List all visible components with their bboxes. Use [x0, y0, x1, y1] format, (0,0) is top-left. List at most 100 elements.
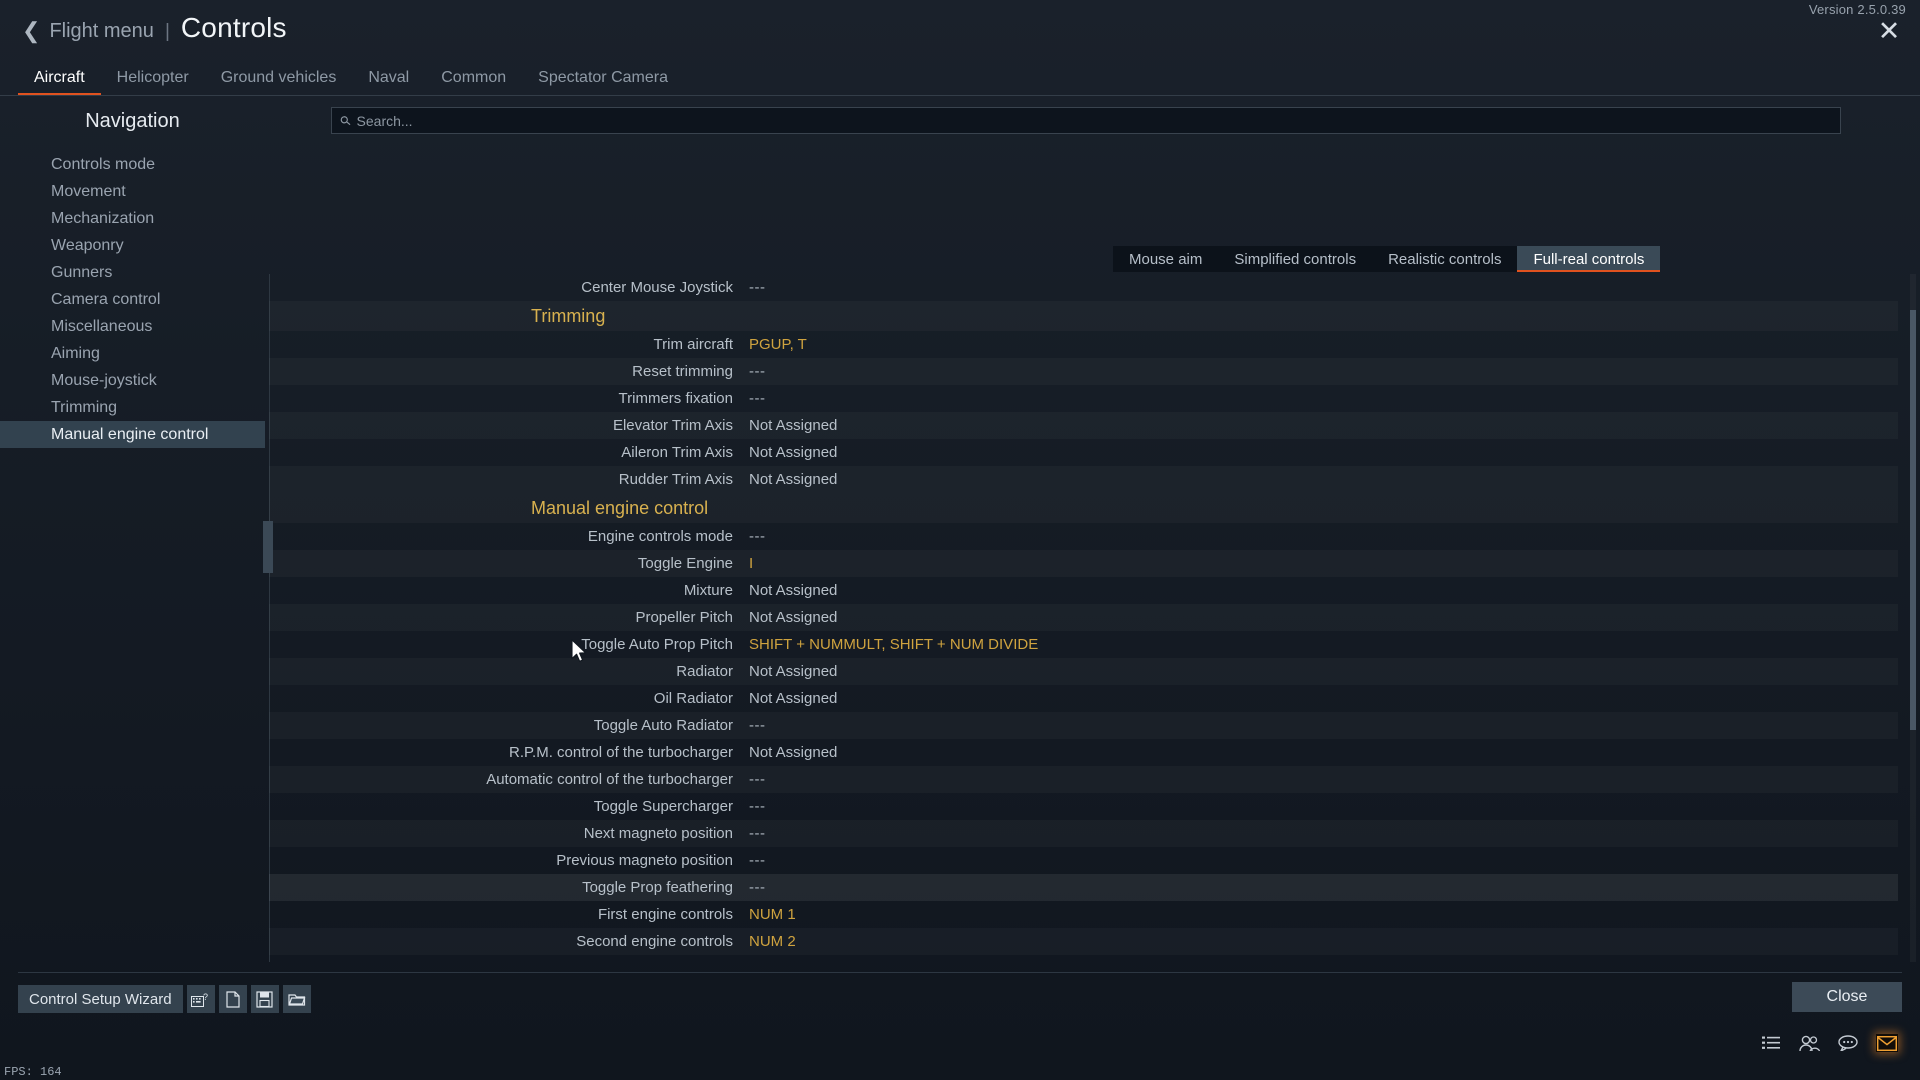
section-header: Manual engine control — [269, 493, 1898, 523]
binding-row[interactable]: Previous magneto position --- — [269, 847, 1898, 874]
binding-row[interactable]: Elevator Trim Axis Not Assigned — [269, 412, 1898, 439]
vehicle-tab-ground-vehicles[interactable]: Ground vehicles — [205, 69, 353, 96]
vehicle-tab-spectator-camera[interactable]: Spectator Camera — [522, 69, 684, 96]
bottom-toolbar: Control Setup Wizard ? Close — [0, 972, 1920, 1034]
binding-value[interactable]: --- — [749, 798, 766, 815]
binding-row[interactable]: Automatic control of the turbocharger --- — [269, 766, 1898, 793]
binding-row[interactable]: Center Mouse Joystick --- — [269, 274, 1898, 301]
search-input[interactable] — [356, 112, 1781, 129]
list-icon[interactable] — [1762, 1036, 1780, 1050]
open-folder-icon[interactable] — [282, 985, 311, 1013]
binding-value[interactable]: --- — [749, 852, 766, 869]
binding-row[interactable]: First engine controls NUM 1 — [269, 901, 1898, 928]
binding-row[interactable]: Toggle Engine I — [269, 550, 1898, 577]
vehicle-tab-naval[interactable]: Naval — [352, 69, 425, 96]
binding-value[interactable]: --- — [749, 825, 766, 842]
sidebar-item-trimming[interactable]: Trimming — [0, 394, 265, 421]
binding-value[interactable]: Not Assigned — [749, 609, 837, 626]
sidebar-item-controls-mode[interactable]: Controls mode — [0, 151, 265, 178]
binding-label: R.P.M. control of the turbocharger — [508, 744, 733, 761]
save-icon[interactable] — [250, 985, 279, 1013]
binding-row[interactable]: Toggle Auto Radiator --- — [269, 712, 1898, 739]
friends-icon[interactable] — [1798, 1035, 1820, 1051]
navigation-title: Navigation — [85, 110, 180, 132]
binding-value[interactable]: Not Assigned — [749, 444, 837, 461]
binding-value[interactable]: --- — [749, 279, 766, 296]
bottom-divider — [18, 972, 1902, 973]
binding-row[interactable]: Aileron Trim Axis Not Assigned — [269, 439, 1898, 466]
status-bar — [0, 1034, 1920, 1060]
mode-tab-realistic-controls[interactable]: Realistic controls — [1372, 246, 1517, 272]
sidebar-item-gunners[interactable]: Gunners — [0, 259, 265, 286]
sidebar-item-manual-engine-control[interactable]: Manual engine control — [0, 421, 265, 448]
binding-row[interactable]: Oil Radiator Not Assigned — [269, 685, 1898, 712]
back-chevron-icon[interactable]: ❮ — [22, 20, 40, 42]
binding-value[interactable]: NUM 3 — [749, 960, 796, 962]
binding-value[interactable]: --- — [749, 879, 766, 896]
binding-value[interactable]: Not Assigned — [749, 471, 837, 488]
binding-value[interactable]: Not Assigned — [749, 582, 837, 599]
binding-value[interactable]: --- — [749, 363, 766, 380]
binding-row[interactable]: Third engine controlsNUM 3 — [269, 955, 1898, 962]
binding-row[interactable]: Mixture Not Assigned — [269, 577, 1898, 604]
sidebar-item-miscellaneous[interactable]: Miscellaneous — [0, 313, 265, 340]
binding-row[interactable]: Toggle Auto Prop Pitch SHIFT + NUMMULT, S… — [269, 631, 1898, 658]
binding-row[interactable]: Engine controls mode --- — [269, 523, 1898, 550]
binding-label: Elevator Trim Axis — [612, 417, 733, 434]
binding-row[interactable]: Trimmers fixation --- — [269, 385, 1898, 412]
sidebar-item-movement[interactable]: Movement — [0, 178, 265, 205]
sidebar-item-mechanization[interactable]: Mechanization — [0, 205, 265, 232]
chat-icon[interactable] — [1838, 1035, 1858, 1051]
vehicle-tab-helicopter[interactable]: Helicopter — [101, 69, 205, 96]
control-setup-wizard-button[interactable]: Control Setup Wizard — [18, 985, 183, 1013]
binding-value[interactable]: --- — [749, 771, 766, 788]
search-box[interactable]: ⚲ — [331, 107, 1841, 134]
close-button[interactable]: Close — [1792, 982, 1902, 1012]
bindings-scrollbar-thumb[interactable] — [1910, 310, 1916, 730]
binding-row[interactable]: Next magneto position --- — [269, 820, 1898, 847]
breadcrumb: ❮ Flight menu | Controls — [22, 12, 287, 44]
vehicle-tab-common[interactable]: Common — [425, 69, 522, 96]
mode-tab-simplified-controls[interactable]: Simplified controls — [1218, 246, 1372, 272]
binding-row[interactable]: Toggle Supercharger --- — [269, 793, 1898, 820]
binding-label: Trim aircraft — [653, 336, 733, 353]
navigation-list: Controls mode Movement Mechanization Weapon… — [0, 151, 265, 448]
binding-value[interactable]: PGUP, T — [749, 336, 807, 353]
fps-counter: FPS: 164 — [4, 1065, 62, 1079]
bindings-scrollbar-track[interactable] — [1910, 274, 1916, 962]
binding-label: Toggle Engine — [637, 555, 733, 572]
binding-value[interactable]: Not Assigned — [749, 417, 837, 434]
new-file-icon[interactable] — [218, 985, 247, 1013]
binding-row[interactable]: Trim aircraft PGUP, T — [269, 331, 1898, 358]
binding-value[interactable]: --- — [749, 528, 766, 545]
sidebar-item-weaponry[interactable]: Weaponry — [0, 232, 265, 259]
window-close-icon[interactable]: ✕ — [1872, 14, 1906, 48]
binding-value[interactable]: I — [749, 555, 753, 572]
sidebar-item-aiming[interactable]: Aiming — [0, 340, 265, 367]
sidebar-item-camera-control[interactable]: Camera control — [0, 286, 265, 313]
binding-value[interactable]: Not Assigned — [749, 744, 837, 761]
sidebar-item-mouse-joystick[interactable]: Mouse-joystick — [0, 367, 265, 394]
keyboard-help-icon[interactable]: ? — [186, 985, 215, 1013]
binding-row[interactable]: R.P.M. control of the turbocharger Not As… — [269, 739, 1898, 766]
binding-value[interactable]: Not Assigned — [749, 690, 837, 707]
binding-row[interactable]: Radiator Not Assigned — [269, 658, 1898, 685]
mode-tab-full-real-controls[interactable]: Full-real controls — [1517, 246, 1661, 272]
binding-value[interactable]: NUM 1 — [749, 906, 796, 923]
binding-value[interactable]: NUM 2 — [749, 933, 796, 950]
binding-value[interactable]: --- — [749, 390, 766, 407]
mail-icon[interactable] — [1876, 1034, 1898, 1052]
binding-value[interactable]: --- — [749, 717, 766, 734]
binding-value[interactable]: Not Assigned — [749, 663, 837, 680]
binding-value[interactable]: SHIFT + NUMMULT, SHIFT + NUM DIVIDE — [749, 636, 1038, 653]
binding-row[interactable]: Toggle Prop feathering --- — [269, 874, 1898, 901]
breadcrumb-parent[interactable]: Flight menu — [49, 20, 154, 43]
binding-row[interactable]: Rudder Trim Axis Not Assigned — [269, 466, 1898, 493]
mode-tab-mouse-aim[interactable]: Mouse aim — [1113, 246, 1218, 272]
binding-label: First engine controls — [597, 906, 733, 923]
binding-row[interactable]: Second engine controls NUM 2 — [269, 928, 1898, 955]
vehicle-tab-aircraft[interactable]: Aircraft — [18, 69, 101, 96]
binding-row[interactable]: Propeller Pitch Not Assigned — [269, 604, 1898, 631]
binding-row[interactable]: Reset trimming --- — [269, 358, 1898, 385]
binding-label: Previous magneto position — [556, 852, 733, 869]
